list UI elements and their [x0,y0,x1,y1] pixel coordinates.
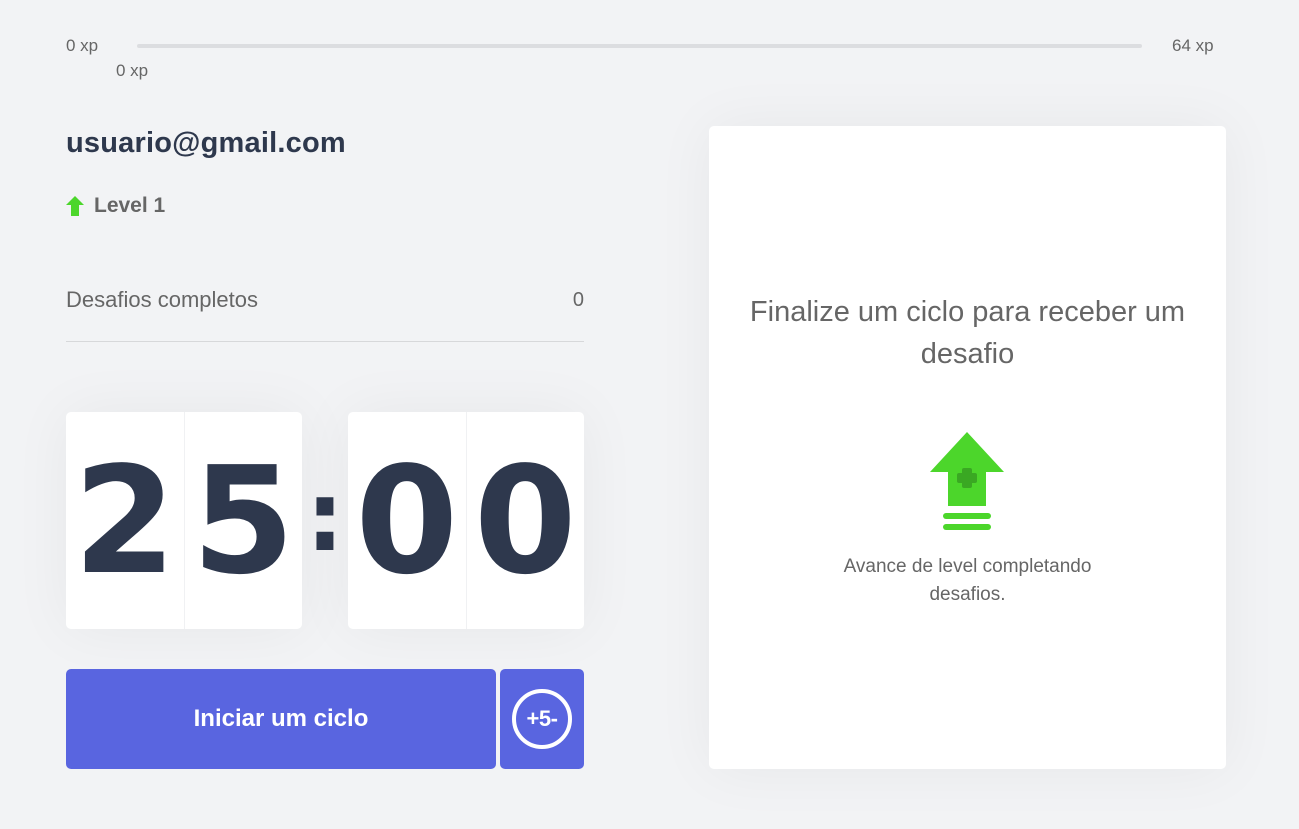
challenge-box: Finalize um ciclo para receber um desafi… [709,126,1226,769]
level-indicator: Level 1 [66,194,165,218]
experience-bar [137,44,1142,48]
xp-current-label: 0 xp [116,61,149,80]
completed-challenges-count: 0 [572,289,584,311]
second-digit-right: 0 [465,412,585,629]
completed-challenges-label: Desafios completos [66,287,258,312]
minutes-block: 2 5 [66,412,302,629]
challenge-box-title: Finalize um ciclo para receber um desafi… [749,296,1186,370]
completed-challenges: Desafios completos 0 [66,287,584,342]
countdown: 2 5 : 0 0 [66,412,584,629]
minute-digit-right: 5 [183,412,303,629]
user-email: usuario@gmail.com [66,127,346,159]
second-digit-left: 0 [355,434,459,607]
level-up-icon [930,432,1004,530]
challenge-box-description: Avance de level completando desafios. [843,556,1092,605]
level-up-arrow-icon [66,196,84,216]
level-label: Level 1 [94,194,166,217]
plus5-button[interactable]: +5- [500,669,584,769]
plus5-icon: +5- [512,689,572,749]
seconds-block: 0 0 [348,412,584,629]
moveit-page: 0 xp 64 xp 0 xp usuario@gmail.com Level … [0,0,1299,829]
xp-max-label: 64 xp [1172,36,1214,55]
xp-min-label: 0 xp [66,36,99,55]
countdown-separator: : [305,460,345,573]
start-cycle-button[interactable]: Iniciar um ciclo [66,669,496,769]
minute-digit-left: 2 [73,434,177,607]
